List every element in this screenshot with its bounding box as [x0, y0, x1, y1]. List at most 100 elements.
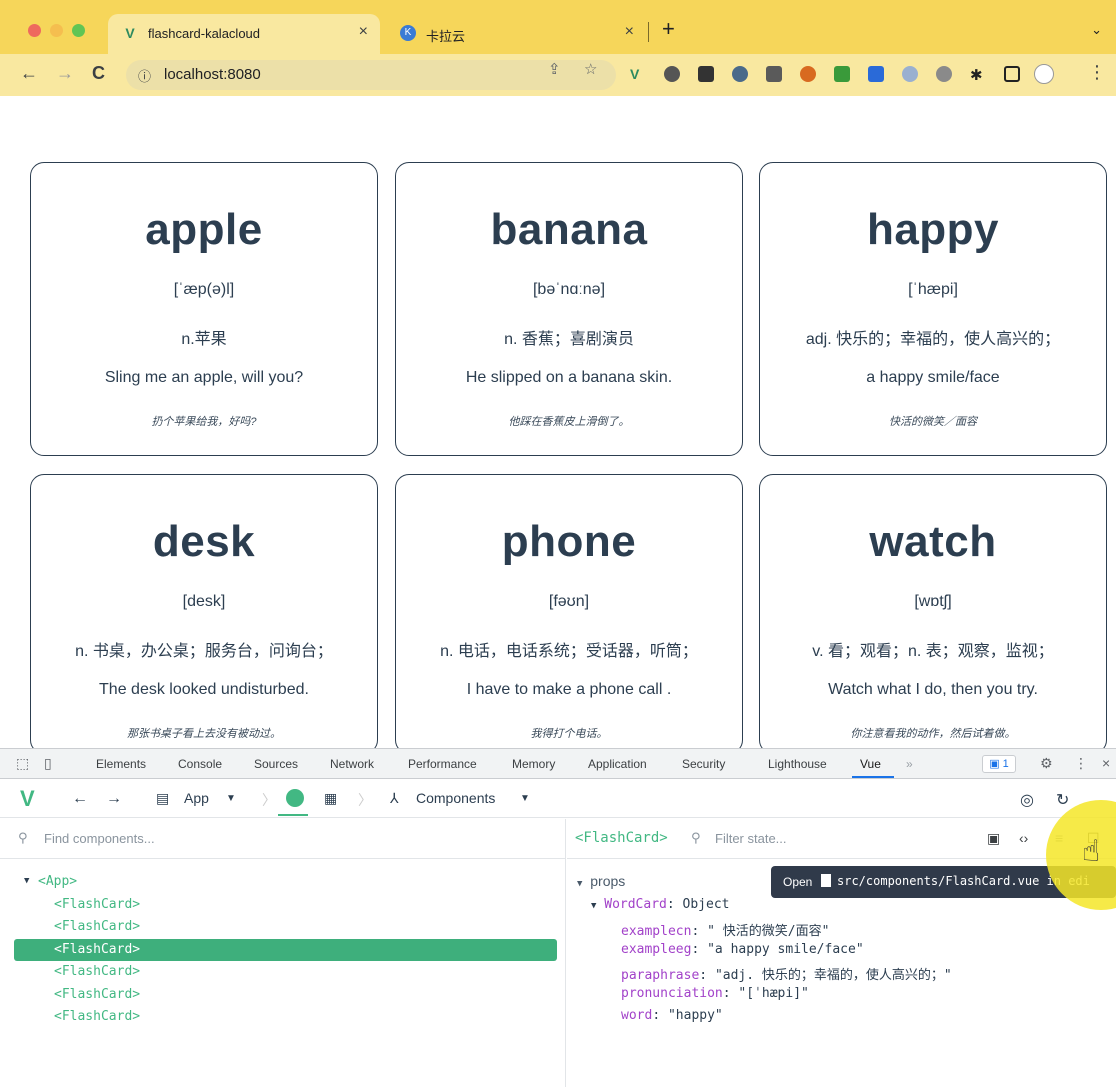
card-pronunciation: [bəˈnɑːnə] [532, 281, 606, 298]
back-arrow-icon[interactable]: ← [72, 790, 88, 808]
flashcard[interactable]: watch [wɒtʃ] v. 看；观看；n. 表；观察，监视； Watch what… [759, 474, 1107, 754]
prop-row[interactable]: examplecn: " 快活的微笑/面容" [621, 920, 829, 939]
grid-extension-icon[interactable] [834, 66, 850, 82]
card-example-cn: 扔个苹果给我，好吗? [151, 416, 257, 428]
tab-flashcard[interactable]: V flashcard-kalacloud × [108, 14, 380, 54]
extension-icon[interactable] [936, 66, 952, 82]
flashcard[interactable]: apple [ˈæp(ə)l] n.苹果 Sling me an apple, wil… [30, 162, 378, 456]
tab-lighthouse[interactable]: Lighthouse [768, 757, 827, 771]
extension-icon[interactable] [732, 66, 748, 82]
scroll-to-component-icon[interactable]: ▣ [987, 830, 1000, 847]
tab-vue[interactable]: Vue [860, 757, 881, 771]
card-paraphrase: n. 电话，电话系统；受话器，听筒； [440, 643, 698, 660]
issues-badge[interactable]: ▣ 1 [982, 755, 1016, 773]
more-tabs-button[interactable]: » [906, 757, 913, 771]
close-tab-icon[interactable]: × [359, 23, 368, 41]
tab-sources[interactable]: Sources [254, 757, 298, 771]
close-devtools-icon[interactable]: × [1102, 755, 1110, 771]
mail-extension-icon[interactable] [766, 66, 782, 82]
select-component-icon[interactable]: ◎ [1020, 790, 1034, 810]
card-example-en: The desk looked undisturbed. [99, 681, 309, 698]
notion-extension-icon[interactable] [698, 66, 714, 82]
active-inspector-indicator [278, 814, 308, 816]
card-word: desk [152, 517, 256, 566]
card-example-cn: 他踩在香蕉皮上滑倒了。 [508, 416, 630, 428]
tab-performance[interactable]: Performance [408, 757, 477, 771]
puzzle-extensions-icon[interactable]: ✱ [970, 66, 986, 84]
inspect-element-icon[interactable]: ⬚ [16, 755, 29, 772]
side-panel-icon[interactable] [1004, 66, 1020, 82]
settings-gear-icon[interactable]: ⚙ [1040, 755, 1053, 772]
search-icon: ⚲ [691, 830, 701, 845]
kalacloud-icon: K [400, 25, 416, 41]
find-components-input[interactable]: ⚲ Find components... [0, 819, 566, 859]
tree-row-flashcard[interactable]: <FlashCard> [0, 984, 566, 1006]
prop-value: "[ˈhæpi]" [738, 986, 809, 1001]
tab-application[interactable]: Application [588, 757, 647, 771]
new-tab-button[interactable]: + [662, 16, 675, 42]
tree-row-flashcard-selected[interactable]: <FlashCard> [14, 939, 557, 961]
vue-devtools-extension-icon[interactable]: V [630, 66, 646, 82]
prop-row[interactable]: word: "happy" [621, 1008, 723, 1023]
address-bar[interactable]: ⓘ localhost:8080 [126, 60, 616, 90]
close-window-button[interactable] [28, 24, 41, 37]
close-tab-icon[interactable]: × [625, 23, 634, 41]
minimize-window-button[interactable] [50, 24, 63, 37]
chevron-right-icon: 〉 [358, 792, 372, 808]
tab-elements[interactable]: Elements [96, 757, 146, 771]
back-arrow-icon[interactable]: ← [20, 63, 38, 84]
prop-row[interactable]: pronunciation: "[ˈhæpi]" [621, 986, 809, 1001]
components-inspector-icon[interactable] [286, 789, 304, 807]
tab-search-chevron-icon[interactable]: ⌄ [1091, 22, 1102, 38]
bookmark-star-icon[interactable]: ☆ [584, 60, 597, 78]
tab-console[interactable]: Console [178, 757, 222, 771]
expand-caret-icon[interactable]: ▼ [24, 876, 29, 886]
device-toolbar-icon[interactable]: ▯ [44, 755, 52, 772]
tab-memory[interactable]: Memory [512, 757, 555, 771]
tree-row-app[interactable]: ▼ <App> [0, 871, 566, 893]
card-example-cn: 你注意看我的动作，然后试着做。 [850, 728, 1016, 740]
profile-avatar[interactable] [1034, 64, 1054, 84]
tab-security[interactable]: Security [682, 757, 725, 771]
issues-count: 1 [1002, 758, 1009, 770]
forward-arrow-icon[interactable]: → [106, 790, 122, 808]
prop-key: word [621, 1008, 653, 1023]
flashcard[interactable]: banana [bəˈnɑːnə] n. 香蕉；喜剧演员 He slipped on … [395, 162, 743, 456]
maximize-window-button[interactable] [72, 24, 85, 37]
share-icon[interactable]: ⇪ [548, 60, 561, 78]
timeline-icon[interactable]: ▦ [324, 790, 337, 807]
app-selector[interactable]: App [184, 790, 209, 806]
site-info-icon[interactable]: ⓘ [138, 66, 151, 85]
reload-icon[interactable]: C [92, 63, 105, 84]
tree-row-flashcard[interactable]: <FlashCard> [0, 961, 566, 983]
extension-icon[interactable] [902, 66, 918, 82]
filter-state-input[interactable]: Filter state... [715, 831, 787, 846]
forward-arrow-icon[interactable]: → [56, 63, 74, 84]
flashcard[interactable]: happy [ˈhæpi] adj. 快乐的；幸福的，使人高兴的； a happy s… [759, 162, 1107, 456]
props-section-header[interactable]: ▼ props [577, 873, 625, 890]
wordcard-object-row[interactable]: ▼ WordCard: Object [591, 897, 730, 912]
flashcard[interactable]: desk [desk] n. 书桌，办公桌；服务台，问询台； The desk loo… [30, 474, 378, 754]
browser-menu-icon[interactable]: ⋮ [1088, 62, 1106, 83]
vue-logo-icon: V [125, 25, 135, 41]
prop-value: "a happy smile/face" [707, 942, 864, 957]
card-paraphrase: n. 香蕉；喜剧演员 [504, 331, 634, 348]
code-icon[interactable]: ‹› [1019, 830, 1028, 846]
extension-icon[interactable] [800, 66, 816, 82]
card-example-cn: 快活的微笑／面容 [889, 416, 977, 428]
view-selector[interactable]: Components [416, 790, 495, 806]
tree-row-flashcard[interactable]: <FlashCard> [0, 916, 566, 938]
prop-row[interactable]: exampleeg: "a happy smile/face" [621, 942, 864, 957]
extension-icon[interactable] [868, 66, 884, 82]
tab-kalacloud[interactable]: K 卡拉云 × [386, 14, 646, 54]
refresh-icon[interactable]: ↻ [1056, 790, 1069, 810]
flashcard[interactable]: phone [fəʊn] n. 电话，电话系统；受话器，听筒； I have to m… [395, 474, 743, 754]
caret-down-icon[interactable]: ▼ [520, 793, 530, 804]
prop-row[interactable]: paraphrase: "adj. 快乐的；幸福的，使人高兴的；" [621, 964, 952, 983]
caret-down-icon[interactable]: ▼ [226, 793, 236, 804]
devtools-menu-icon[interactable]: ⋮ [1074, 755, 1088, 772]
tree-row-flashcard[interactable]: <FlashCard> [0, 894, 566, 916]
extension-icon[interactable] [664, 66, 680, 82]
tree-row-flashcard[interactable]: <FlashCard> [0, 1006, 566, 1028]
tab-network[interactable]: Network [330, 757, 374, 771]
